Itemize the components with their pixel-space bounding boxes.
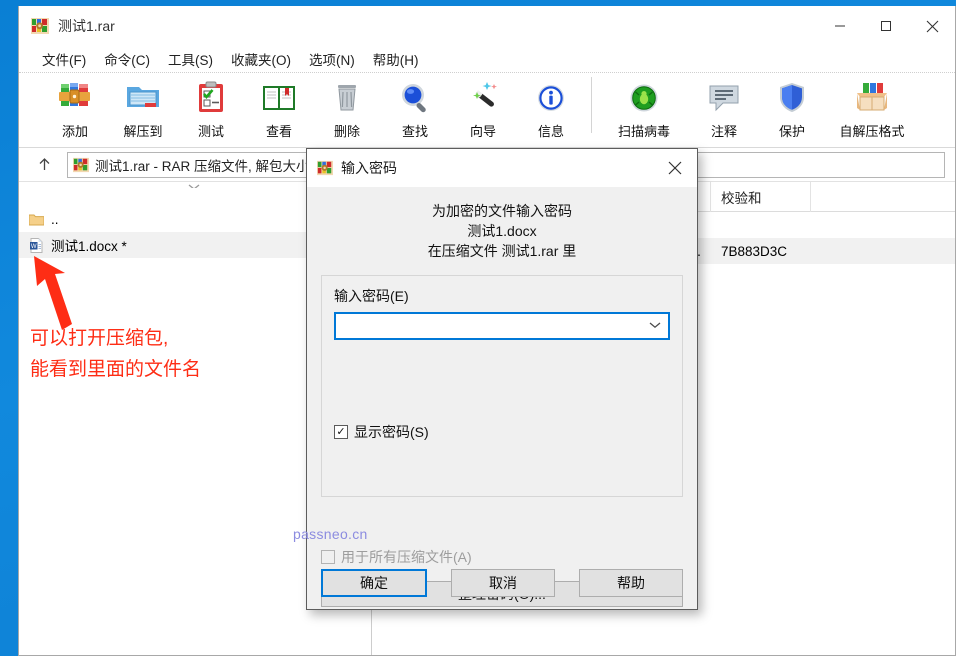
dialog-message: 为加密的文件输入密码 测试1.docx 在压缩文件 测试1.rar 里 [307, 187, 697, 261]
word-doc-icon: W [29, 237, 44, 253]
maximize-button[interactable] [863, 6, 909, 46]
menu-bar: 文件(F) 命令(C) 工具(S) 收藏夹(O) 选项(N) 帮助(H) [19, 46, 955, 72]
toolbar-button-view[interactable]: 查看 [245, 73, 313, 145]
use-for-all-row: 用于所有压缩文件(A) [321, 547, 683, 567]
menu-file[interactable]: 文件(F) [33, 46, 95, 72]
toolbar-button-comment[interactable]: 注释 [690, 73, 758, 145]
test-archive-icon [191, 76, 231, 120]
toolbar-button-protect[interactable]: 保护 [758, 73, 826, 145]
toolbar-label-view: 查看 [265, 124, 292, 139]
show-password-row[interactable]: ✓ 显示密码(S) [334, 422, 670, 442]
file-name-text: .. [51, 211, 59, 227]
dialog-title: 输入密码 [341, 160, 397, 176]
toolbar-separator [591, 77, 592, 133]
show-password-label: 显示密码(S) [354, 424, 429, 440]
file-crc-cell: 7B883D3C [721, 243, 788, 259]
help-button[interactable]: 帮助 [579, 569, 683, 597]
folder-up-icon [28, 213, 45, 226]
dialog-message-line1: 为加密的文件输入密码 [432, 203, 572, 219]
dialog-close-button[interactable] [653, 149, 697, 187]
delete-icon [327, 76, 367, 120]
cancel-button[interactable]: 取消 [451, 569, 555, 597]
toolbar-label-test: 测试 [197, 124, 224, 139]
use-for-all-checkbox [321, 550, 335, 564]
toolbar: 添加 解压到 测试 查看 删除 查找 向导 信息 扫描病毒 注释 保护 自解压格… [19, 72, 955, 148]
view-file-icon [259, 76, 299, 120]
minimize-button[interactable] [817, 6, 863, 46]
use-for-all-label: 用于所有压缩文件(A) [341, 549, 472, 565]
ok-button[interactable]: 确定 [321, 569, 427, 597]
menu-help[interactable]: 帮助(H) [364, 46, 428, 72]
toolbar-button-info[interactable]: 信息 [517, 73, 585, 145]
watermark: passneo.cn [293, 526, 368, 542]
extract-to-icon [123, 76, 163, 120]
password-label: 输入密码(E) [334, 288, 409, 304]
wizard-icon [463, 76, 503, 120]
toolbar-button-find[interactable]: 查找 [381, 73, 449, 145]
window-title-bar: 测试1.rar [19, 6, 955, 46]
annotation-arrow-file [34, 256, 72, 330]
virus-scan-icon [624, 76, 664, 120]
toolbar-button-delete[interactable]: 删除 [313, 73, 381, 145]
checkmark-icon: ✓ [336, 425, 346, 438]
password-input[interactable] [334, 312, 670, 340]
menu-commands[interactable]: 命令(C) [95, 46, 159, 72]
toolbar-label-extract-to: 解压到 [123, 124, 163, 139]
show-password-checkbox[interactable]: ✓ [334, 425, 348, 439]
window-controls [817, 6, 955, 46]
close-button[interactable] [909, 6, 955, 46]
toolbar-label-delete: 删除 [333, 124, 360, 139]
column-header-filler [811, 182, 955, 212]
toolbar-button-sfx[interactable]: 自解压格式 [826, 73, 918, 145]
svg-text:W: W [31, 244, 37, 250]
toolbar-label-comment: 注释 [710, 124, 737, 139]
winrar-icon [73, 157, 89, 173]
dialog-button-row: 确定 取消 帮助 [321, 569, 683, 597]
toolbar-button-add[interactable]: 添加 [41, 73, 109, 145]
toolbar-button-test[interactable]: 测试 [177, 73, 245, 145]
dialog-title-bar: 输入密码 [307, 149, 697, 187]
winrar-icon [317, 160, 333, 176]
toolbar-label-wizard: 向导 [469, 124, 496, 139]
up-arrow-icon[interactable] [29, 152, 59, 178]
toolbar-label-info: 信息 [537, 124, 564, 139]
window-title: 测试1.rar [58, 18, 115, 34]
toolbar-label-protect: 保护 [778, 124, 805, 139]
toolbar-label-virus-scan: 扫描病毒 [617, 124, 670, 139]
toolbar-button-wizard[interactable]: 向导 [449, 73, 517, 145]
protect-icon [772, 76, 812, 120]
find-icon [395, 76, 435, 120]
toolbar-label-sfx: 自解压格式 [839, 124, 905, 139]
toolbar-label-find: 查找 [401, 124, 428, 139]
password-group-box: 输入密码(E) ✓ 显示密码(S) [321, 275, 683, 497]
winrar-icon [31, 17, 49, 35]
chevron-down-icon[interactable] [648, 320, 662, 333]
toolbar-button-extract-to[interactable]: 解压到 [109, 73, 177, 145]
toolbar-button-virus-scan[interactable]: 扫描病毒 [598, 73, 690, 145]
dialog-message-line3: 在压缩文件 测试1.rar 里 [427, 243, 577, 259]
menu-tools[interactable]: 工具(S) [159, 46, 222, 72]
annotation-left-line1: 可以打开压缩包, [30, 328, 169, 349]
column-header-crc[interactable]: 校验和 [711, 181, 811, 212]
menu-favorites[interactable]: 收藏夹(O) [222, 46, 300, 72]
comment-icon [704, 76, 744, 120]
dialog-message-line2: 测试1.docx [467, 223, 537, 239]
sfx-icon [852, 76, 892, 120]
info-icon [531, 76, 571, 120]
menu-options[interactable]: 选项(N) [300, 46, 364, 72]
add-archive-icon [55, 76, 95, 120]
toolbar-label-add: 添加 [61, 124, 88, 139]
annotation-left-line2: 能看到里面的文件名 [30, 359, 202, 380]
